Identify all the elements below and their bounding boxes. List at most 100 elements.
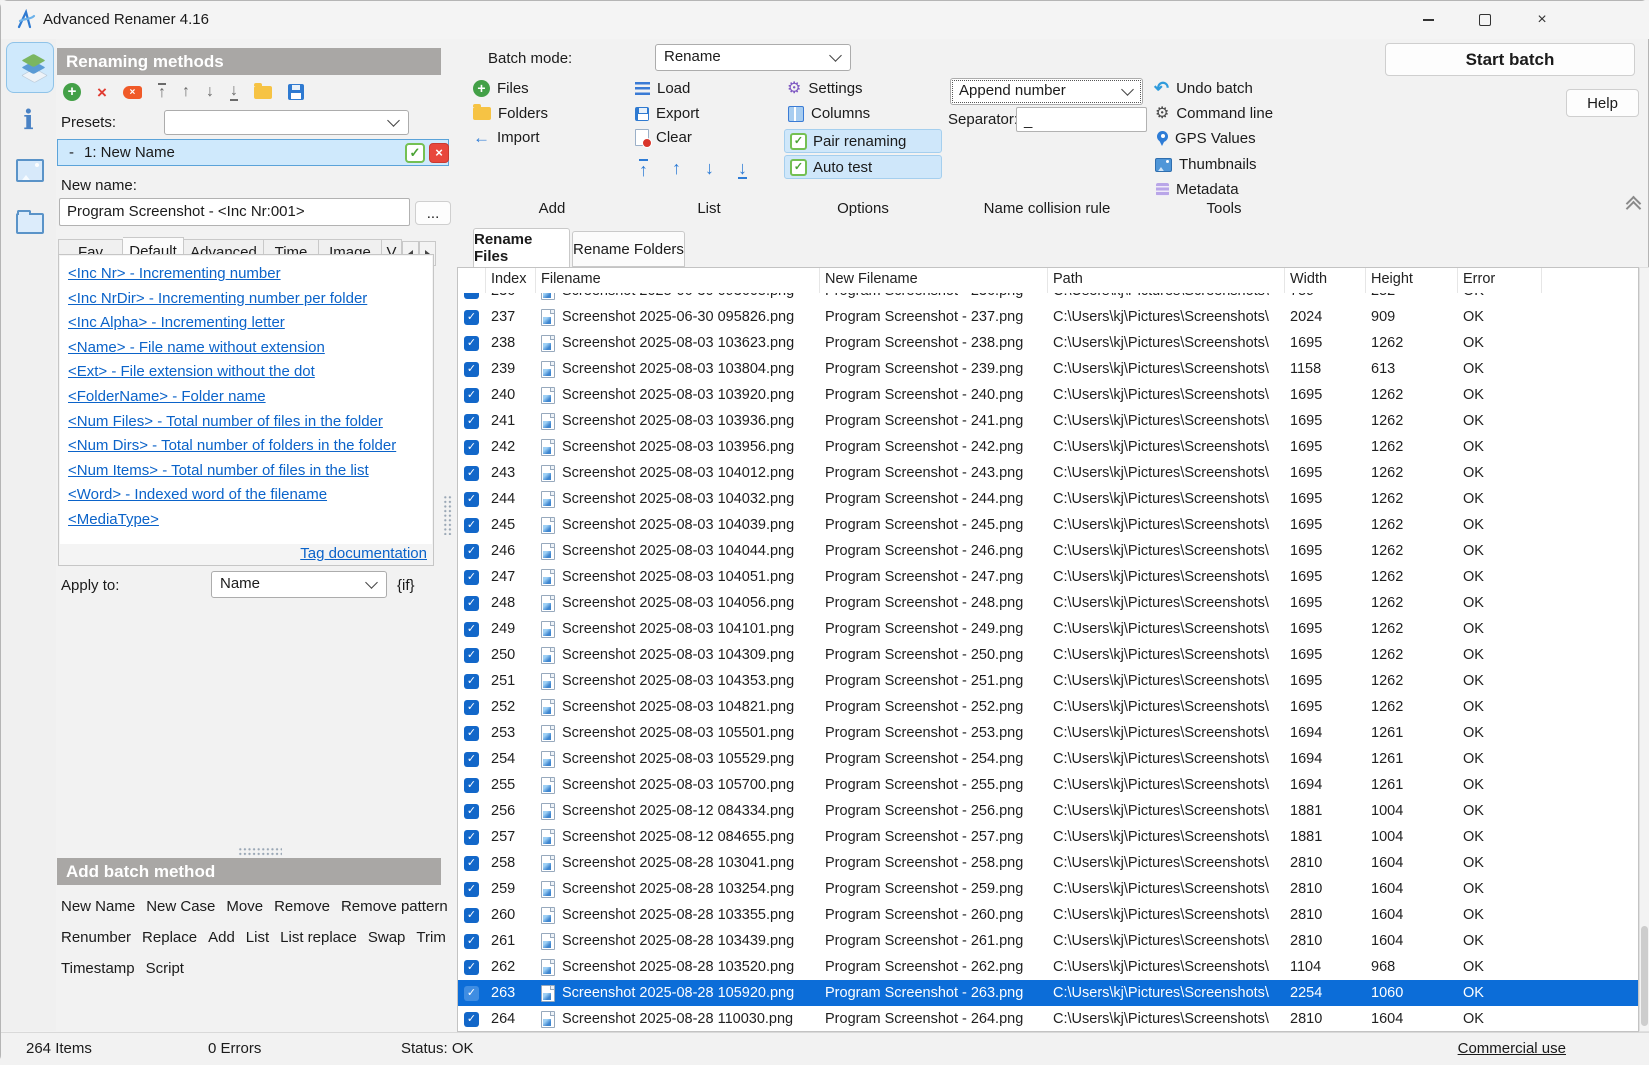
move-file-bottom-icon[interactable]: ↓: [738, 159, 747, 179]
move-method-down-icon[interactable]: ↓: [206, 84, 214, 100]
file-row[interactable]: 242Screenshot 2025-08-03 103956.pngProgr…: [458, 434, 1638, 460]
tag-documentation-link[interactable]: Tag documentation: [300, 545, 427, 562]
file-row[interactable]: 252Screenshot 2025-08-03 104821.pngProgr…: [458, 694, 1638, 720]
row-checkbox[interactable]: [464, 726, 479, 741]
nav-folders[interactable]: [16, 213, 44, 234]
tag-link[interactable]: <FolderName> - Folder name: [68, 385, 424, 410]
method-enabled-checkbox[interactable]: ✓: [405, 143, 425, 163]
file-row[interactable]: 258Screenshot 2025-08-28 103041.pngProgr…: [458, 850, 1638, 876]
batch-method-link[interactable]: Renumber: [61, 929, 131, 946]
add-method-icon[interactable]: +: [63, 83, 81, 101]
batch-method-link[interactable]: Swap: [368, 929, 406, 946]
delete-method-icon[interactable]: ×: [97, 84, 107, 101]
batch-method-link[interactable]: Remove pattern: [341, 898, 448, 915]
row-checkbox[interactable]: [464, 778, 479, 793]
batch-method-link[interactable]: Move: [226, 898, 263, 915]
tag-link[interactable]: <Inc NrDir> - Incrementing number per fo…: [68, 287, 424, 312]
row-checkbox[interactable]: [464, 934, 479, 949]
auto-test-toggle[interactable]: ✓ Auto test: [784, 155, 942, 179]
row-checkbox[interactable]: [464, 752, 479, 767]
row-checkbox[interactable]: [464, 414, 479, 429]
batch-method-link[interactable]: List replace: [280, 929, 357, 946]
row-checkbox[interactable]: [464, 1012, 479, 1027]
tag-link[interactable]: <Inc Alpha> - Incrementing letter: [68, 311, 424, 336]
metadata-button[interactable]: Metadata: [1156, 181, 1239, 198]
batch-method-link[interactable]: New Name: [61, 898, 135, 915]
nav-methods-panel[interactable]: [6, 42, 54, 93]
browse-button[interactable]: ...: [415, 201, 451, 225]
row-checkbox[interactable]: [464, 362, 479, 377]
header-path[interactable]: Path: [1048, 268, 1285, 293]
row-checkbox[interactable]: [464, 440, 479, 455]
row-checkbox[interactable]: [464, 336, 479, 351]
tag-link[interactable]: <Num Dirs> - Total number of folders in …: [68, 434, 424, 459]
file-row[interactable]: 237Screenshot 2025-06-30 095826.pngProgr…: [458, 304, 1638, 330]
batch-mode-combobox[interactable]: Rename: [655, 44, 851, 71]
tag-link[interactable]: <Num Items> - Total number of files in t…: [68, 459, 424, 484]
header-checkbox-column[interactable]: [458, 268, 486, 293]
row-checkbox[interactable]: [464, 388, 479, 403]
new-name-input[interactable]: Program Screenshot - <Inc Nr:001>: [59, 198, 410, 226]
header-width[interactable]: Width: [1285, 268, 1366, 293]
row-checkbox[interactable]: [464, 492, 479, 507]
files-button[interactable]: + Files: [473, 80, 529, 97]
file-row[interactable]: 255Screenshot 2025-08-03 105700.pngProgr…: [458, 772, 1638, 798]
row-checkbox[interactable]: [464, 986, 479, 1001]
row-checkbox[interactable]: [464, 804, 479, 819]
file-row[interactable]: 253Screenshot 2025-08-03 105501.pngProgr…: [458, 720, 1638, 746]
batch-method-link[interactable]: Trim: [416, 929, 445, 946]
tag-link[interactable]: <Num Files> - Total number of files in t…: [68, 410, 424, 435]
collapse-panel-button[interactable]: [1625, 198, 1643, 212]
batch-method-link[interactable]: Timestamp: [61, 960, 135, 977]
folders-button[interactable]: Folders: [473, 105, 548, 122]
file-row[interactable]: 256Screenshot 2025-08-12 084334.pngProgr…: [458, 798, 1638, 824]
batch-method-link[interactable]: Add: [208, 929, 235, 946]
nav-info[interactable]: i: [1, 105, 56, 136]
table-scrollbar-thumb[interactable]: [1641, 926, 1648, 1026]
file-row[interactable]: 247Screenshot 2025-08-03 104051.pngProgr…: [458, 564, 1638, 590]
apply-to-combobox[interactable]: Name: [211, 571, 387, 598]
batch-method-link[interactable]: Remove: [274, 898, 330, 915]
move-file-down-icon[interactable]: ↓: [705, 159, 714, 179]
batch-method-link[interactable]: New Case: [146, 898, 215, 915]
row-checkbox[interactable]: [464, 293, 479, 299]
tag-link[interactable]: <Word> - Indexed word of the filename: [68, 483, 424, 508]
file-row[interactable]: 257Screenshot 2025-08-12 084655.pngProgr…: [458, 824, 1638, 850]
file-row[interactable]: 243Screenshot 2025-08-03 104012.pngProgr…: [458, 460, 1638, 486]
file-row[interactable]: 238Screenshot 2025-08-03 103623.pngProgr…: [458, 330, 1638, 356]
file-row[interactable]: 244Screenshot 2025-08-03 104032.pngProgr…: [458, 486, 1638, 512]
move-method-up-icon[interactable]: ↑: [182, 84, 190, 100]
method-item-new-name[interactable]: - 1: New Name ✓ ×: [57, 139, 449, 166]
start-batch-button[interactable]: Start batch: [1385, 43, 1635, 76]
method-panel-splitter[interactable]: [238, 847, 282, 856]
header-filename[interactable]: Filename: [536, 268, 820, 293]
panel-splitter[interactable]: [443, 495, 453, 535]
import-button[interactable]: ← Import: [473, 129, 540, 146]
tag-link[interactable]: <MediaType>: [68, 508, 424, 533]
row-checkbox[interactable]: [464, 648, 479, 663]
row-checkbox[interactable]: [464, 908, 479, 923]
file-row[interactable]: 264Screenshot 2025-08-28 110030.pngProgr…: [458, 1006, 1638, 1032]
export-button[interactable]: Export: [635, 105, 699, 122]
open-preset-icon[interactable]: [254, 86, 272, 99]
row-checkbox[interactable]: [464, 570, 479, 585]
header-new-filename[interactable]: New Filename: [820, 268, 1048, 293]
file-row[interactable]: 250Screenshot 2025-08-03 104309.pngProgr…: [458, 642, 1638, 668]
row-checkbox[interactable]: [464, 518, 479, 533]
move-file-top-icon[interactable]: ↑: [639, 159, 648, 179]
batch-method-link[interactable]: Script: [146, 960, 184, 977]
commercial-use-link[interactable]: Commercial use: [1458, 1040, 1566, 1057]
undo-batch-button[interactable]: ↶ Undo batch: [1154, 80, 1253, 97]
batch-method-link[interactable]: List: [246, 929, 269, 946]
close-button[interactable]: ×: [1525, 9, 1559, 31]
file-row[interactable]: 249Screenshot 2025-08-03 104101.pngProgr…: [458, 616, 1638, 642]
move-method-top-icon[interactable]: ↑: [158, 83, 166, 101]
file-row[interactable]: 263Screenshot 2025-08-28 105920.pngProgr…: [458, 980, 1638, 1006]
file-row[interactable]: 251Screenshot 2025-08-03 104353.pngProgr…: [458, 668, 1638, 694]
batch-method-link[interactable]: Replace: [142, 929, 197, 946]
file-row[interactable]: 246Screenshot 2025-08-03 104044.pngProgr…: [458, 538, 1638, 564]
tag-link[interactable]: <Name> - File name without extension: [68, 336, 424, 361]
tab-rename-folders[interactable]: Rename Folders: [572, 231, 685, 267]
row-checkbox[interactable]: [464, 466, 479, 481]
thumbnails-button[interactable]: Thumbnails: [1155, 156, 1257, 173]
